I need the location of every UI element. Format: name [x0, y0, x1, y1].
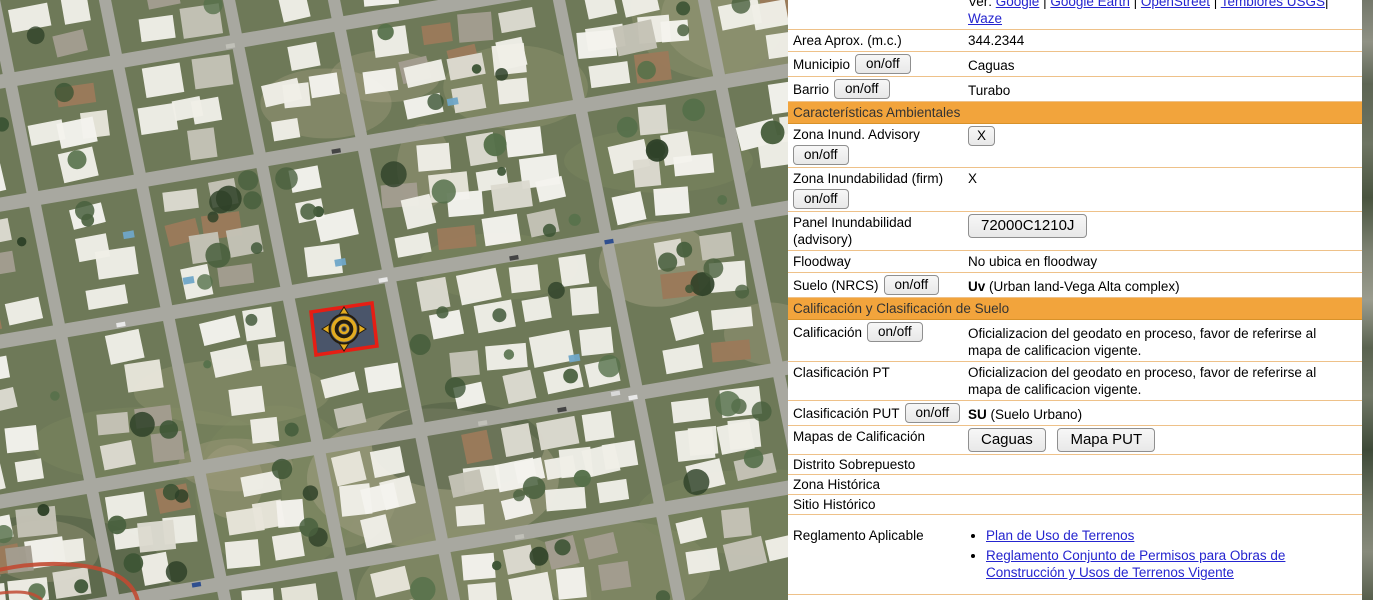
- zona-inund-firm-toggle-button[interactable]: on/off: [793, 189, 849, 209]
- floodway-label: Floodway: [793, 253, 851, 270]
- list-item: Plan de Uso de Terrenos: [986, 527, 1350, 544]
- floodway-value: No ubica en floodway: [968, 254, 1097, 269]
- map-edge-strip[interactable]: [1362, 0, 1373, 600]
- row-area: Area Aprox. (m.c.) 344.2344: [788, 30, 1362, 52]
- area-label: Area Aprox. (m.c.): [793, 32, 902, 49]
- link-plan-uso-terrenos[interactable]: Plan de Uso de Terrenos: [986, 528, 1134, 543]
- zona-inund-advisory-label: Zona Inund. Advisory: [793, 127, 920, 142]
- mapas-calificacion-label: Mapas de Calificación: [793, 428, 925, 445]
- row-sitio-historico: Sitio Histórico: [788, 495, 1362, 515]
- link-google-earth[interactable]: Google Earth: [1050, 0, 1130, 9]
- row-clasificacion-put: Clasificación PUT on/off SU (Suelo Urban…: [788, 401, 1362, 426]
- info-panel: Ver: Google | Google Earth | OpenStreet …: [788, 0, 1362, 600]
- row-distrito-sobrepuesto: Distrito Sobrepuesto: [788, 455, 1362, 475]
- zona-historica-label: Zona Histórica: [793, 476, 880, 493]
- link-reglamento-conjunto[interactable]: Reglamento Conjunto de Permisos para Obr…: [986, 548, 1285, 580]
- view-links-prefix: Ver:: [968, 0, 996, 9]
- row-clasificacion-pt: Clasificación PT Oficializacion del geod…: [788, 362, 1362, 401]
- clasificacion-put-label: Clasificación PUT: [793, 405, 900, 422]
- municipio-label: Municipio: [793, 56, 850, 73]
- panel-inund-button[interactable]: 72000C1210J: [968, 214, 1087, 238]
- row-mapas-calificacion: Mapas de Calificación Caguas Mapa PUT: [788, 426, 1362, 455]
- clasificacion-put-toggle-button[interactable]: on/off: [905, 403, 961, 423]
- external-map-links: Ver: Google | Google Earth | OpenStreet …: [966, 0, 1356, 27]
- link-separator: |: [1039, 0, 1050, 9]
- panel-inund-label: Panel Inundabilidad (advisory): [793, 214, 966, 248]
- suelo-nrcs-desc: (Urban land-Vega Alta complex): [985, 279, 1179, 294]
- zona-inund-advisory-x-button[interactable]: X: [968, 126, 995, 146]
- calificacion-toggle-button[interactable]: on/off: [867, 322, 923, 342]
- row-reglamento-aplicable: Reglamento Aplicable Plan de Uso de Terr…: [788, 515, 1362, 595]
- zona-inund-firm-label: Zona Inundabilidad (firm): [793, 171, 943, 186]
- clasificacion-put-code: SU: [968, 407, 987, 422]
- suelo-nrcs-toggle-button[interactable]: on/off: [884, 275, 940, 295]
- calificacion-label: Calificación: [793, 324, 862, 341]
- link-waze[interactable]: Waze: [968, 11, 1002, 26]
- zona-inund-firm-value: X: [968, 171, 977, 186]
- link-separator: |: [1130, 0, 1141, 9]
- link-google[interactable]: Google: [996, 0, 1040, 9]
- calificacion-value: Oficializacion del geodato en proceso, f…: [968, 326, 1316, 358]
- row-municipio: Municipio on/off Caguas: [788, 52, 1362, 77]
- satellite-map[interactable]: [0, 0, 788, 600]
- link-separator: |: [1210, 0, 1221, 9]
- suelo-nrcs-label: Suelo (NRCS): [793, 277, 879, 294]
- area-value: 344.2344: [968, 33, 1024, 48]
- link-separator: |: [1325, 0, 1329, 9]
- sitio-historico-label: Sitio Histórico: [793, 496, 876, 513]
- row-suelo-nrcs: Suelo (NRCS) on/off Uv (Urban land-Vega …: [788, 273, 1362, 298]
- barrio-toggle-button[interactable]: on/off: [834, 79, 890, 99]
- municipio-value: Caguas: [968, 58, 1015, 73]
- row-view-links: Ver: Google | Google Earth | OpenStreet …: [788, 0, 1362, 30]
- suelo-nrcs-code: Uv: [968, 279, 985, 294]
- row-calificacion: Calificación on/off Oficializacion del g…: [788, 320, 1362, 362]
- link-temblores-usgs[interactable]: Temblores USGS: [1221, 0, 1325, 9]
- row-zona-inund-firm: Zona Inundabilidad (firm) on/off X: [788, 168, 1362, 212]
- row-zona-inund-advisory: Zona Inund. Advisory on/off X: [788, 124, 1362, 168]
- barrio-value: Turabo: [968, 83, 1010, 98]
- section-header-ambientales: Características Ambientales: [788, 102, 1362, 124]
- row-zona-historica: Zona Histórica: [788, 475, 1362, 495]
- clasificacion-pt-label: Clasificación PT: [793, 364, 890, 381]
- distrito-sobrepuesto-label: Distrito Sobrepuesto: [793, 456, 915, 473]
- link-openstreet[interactable]: OpenStreet: [1141, 0, 1210, 9]
- municipio-toggle-button[interactable]: on/off: [855, 54, 911, 74]
- mapa-caguas-button[interactable]: Caguas: [968, 428, 1046, 452]
- barrio-label: Barrio: [793, 81, 829, 98]
- row-barrio: Barrio on/off Turabo: [788, 77, 1362, 102]
- list-item: Reglamento Conjunto de Permisos para Obr…: [986, 547, 1350, 581]
- mapa-put-button[interactable]: Mapa PUT: [1057, 428, 1155, 452]
- section-header-calificacion: Calificación y Clasificación de Suelo: [788, 298, 1362, 320]
- reglamento-link-list: Plan de Uso de Terrenos Reglamento Conju…: [968, 527, 1350, 581]
- row-panel-inund: Panel Inundabilidad (advisory) 72000C121…: [788, 212, 1362, 251]
- clasificacion-pt-value: Oficializacion del geodato en proceso, f…: [968, 365, 1316, 397]
- row-floodway: Floodway No ubica en floodway: [788, 251, 1362, 273]
- reglamento-label: Reglamento Aplicable: [793, 527, 924, 544]
- clasificacion-put-desc: (Suelo Urbano): [987, 407, 1082, 422]
- zona-inund-advisory-toggle-button[interactable]: on/off: [793, 145, 849, 165]
